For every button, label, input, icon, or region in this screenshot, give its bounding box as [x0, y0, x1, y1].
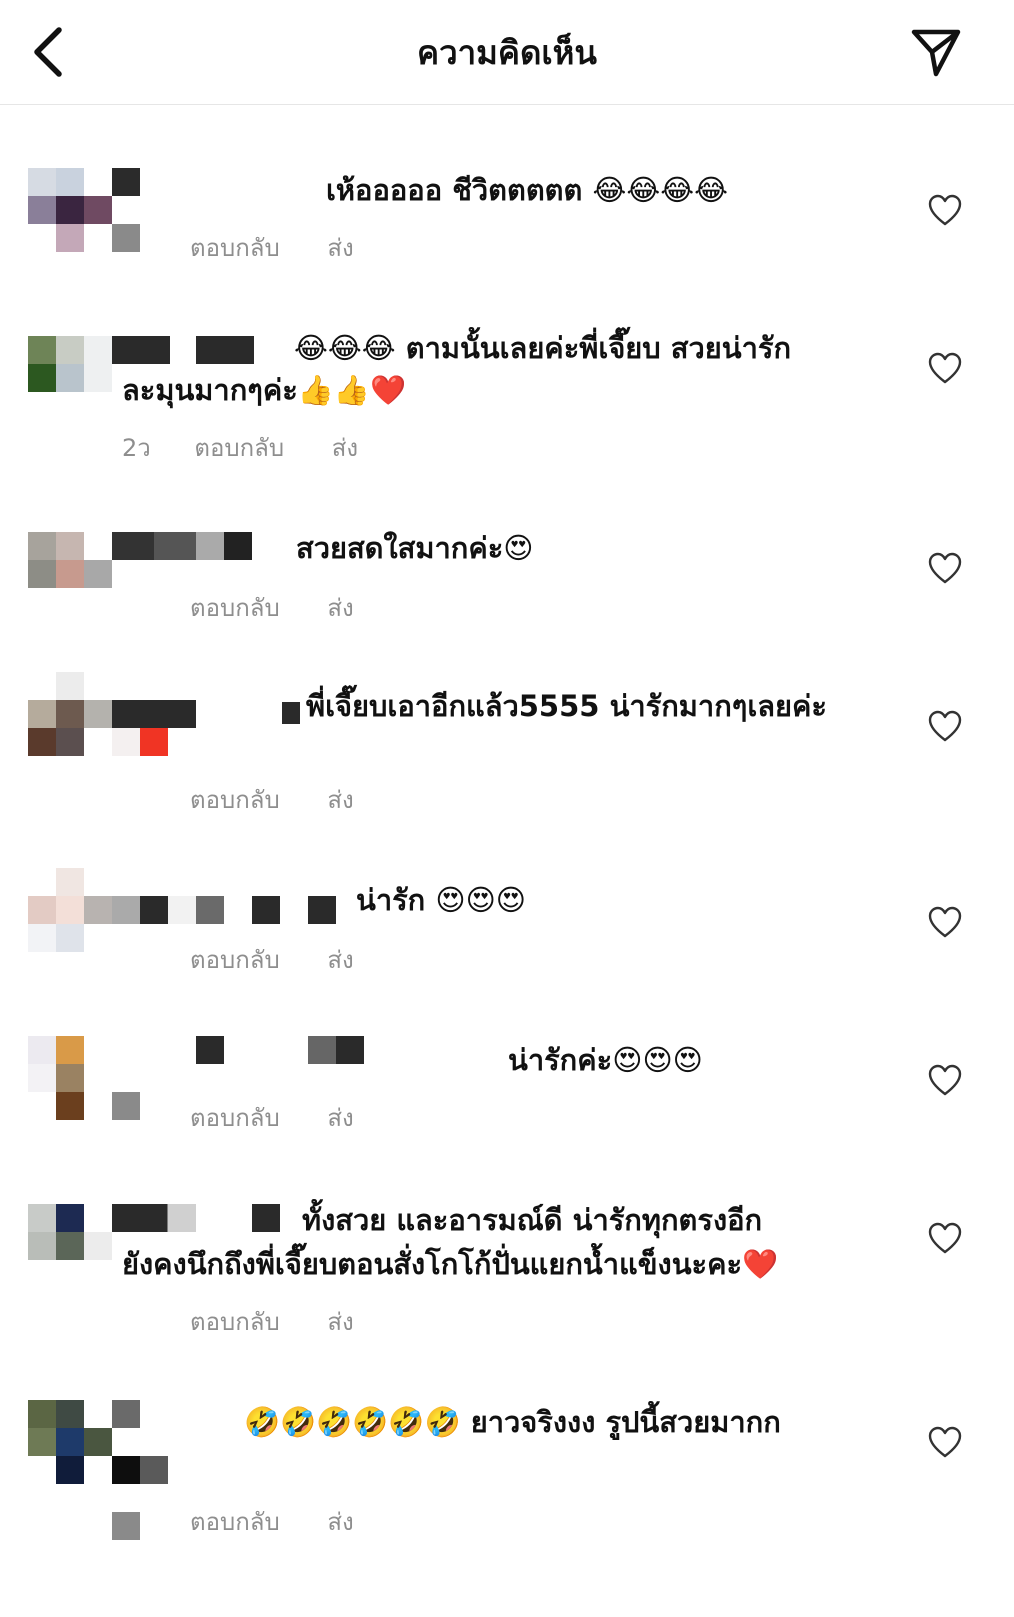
comment-meta: ตอบกลับ ส่ง: [190, 940, 354, 979]
top-bar: ความคิดเห็น: [0, 0, 1014, 105]
comment-text: น่ารัก 😍😍😍: [356, 883, 527, 917]
redacted-username: [308, 1036, 364, 1064]
redacted-username: [112, 336, 170, 364]
send-button[interactable]: [908, 24, 964, 80]
comment-text: เห้อออออ ชีวิตตตตต 😂😂😂😂: [326, 173, 728, 207]
reply-button[interactable]: ตอบกลับ: [190, 1502, 280, 1541]
heart-icon[interactable]: [928, 194, 962, 228]
redacted-username: [282, 702, 300, 724]
reply-button[interactable]: ตอบกลับ: [190, 940, 280, 979]
redacted-username: [112, 700, 196, 728]
heart-icon[interactable]: [928, 710, 962, 744]
reply-button[interactable]: ตอบกลับ: [190, 780, 280, 819]
redacted-username: [112, 896, 224, 924]
reply-button[interactable]: ตอบกลับ: [190, 228, 280, 267]
comment-time: 2ว: [122, 434, 151, 462]
reply-button[interactable]: ตอบกลับ: [190, 1302, 280, 1341]
heart-icon[interactable]: [928, 1064, 962, 1098]
comment-text: พี่เจี๊ยบเอาอีกแล้ว5555 น่ารักมากๆเลยค่ะ: [306, 689, 827, 723]
redacted-username: [112, 532, 252, 560]
send-comment-button[interactable]: ส่ง: [327, 1302, 353, 1341]
avatar[interactable]: [28, 1036, 178, 1126]
comment-text-line2: ยังคงนึกถึงพี่เจี๊ยบตอนสั่งโกโก้ปั่นแยกน…: [122, 1247, 779, 1281]
comment-meta: ตอบกลับ ส่ง: [190, 1098, 354, 1137]
comment-meta: ตอบกลับ ส่ง: [190, 228, 354, 267]
comment-text-line2: ละมุนมากๆค่ะ👍👍❤️: [122, 373, 407, 407]
reply-button[interactable]: ตอบกลับ: [190, 588, 280, 627]
redacted-username: [308, 896, 336, 924]
comment-text: ทั้งสวย และอารมณ์ดี น่ารักทุกตรงอีก: [302, 1203, 763, 1237]
comment-meta: 2ว ตอบกลับ ส่ง: [122, 428, 358, 467]
comment-text: 🤣🤣🤣🤣🤣🤣 ยาวจริงงง รูปนี้สวยมากก: [244, 1405, 781, 1439]
send-comment-button[interactable]: ส่ง: [327, 1098, 353, 1137]
send-comment-button[interactable]: ส่ง: [327, 1502, 353, 1541]
comment-meta: ตอบกลับ ส่ง: [190, 588, 354, 627]
heart-icon[interactable]: [928, 552, 962, 586]
comment-meta: ตอบกลับ ส่ง: [190, 1302, 354, 1341]
send-comment-button[interactable]: ส่ง: [327, 940, 353, 979]
avatar[interactable]: [28, 1400, 178, 1540]
redacted-username: [196, 336, 254, 364]
heart-icon[interactable]: [928, 352, 962, 386]
page-title: ความคิดเห็น: [417, 33, 597, 72]
redacted-username: [112, 1204, 196, 1232]
comment-text: สวยสดใสมากค่ะ😍: [296, 531, 534, 565]
comment-meta: ตอบกลับ ส่ง: [190, 1502, 354, 1541]
heart-icon[interactable]: [928, 906, 962, 940]
redacted-username: [196, 1036, 224, 1064]
comment-text: น่ารักค่ะ😍😍😍: [508, 1043, 703, 1077]
redacted-username: [252, 896, 280, 924]
send-comment-button[interactable]: ส่ง: [327, 588, 353, 627]
reply-button[interactable]: ตอบกลับ: [194, 428, 284, 467]
send-comment-button[interactable]: ส่ง: [327, 780, 353, 819]
comment-text: 😂😂😂 ตามนั้นเลยค่ะพี่เจี๊ยบ สวยน่ารัก: [294, 331, 792, 365]
send-comment-button[interactable]: ส่ง: [332, 428, 358, 467]
heart-icon[interactable]: [928, 1222, 962, 1256]
avatar[interactable]: [28, 168, 178, 258]
heart-icon[interactable]: [928, 1426, 962, 1460]
paper-plane-icon: [911, 29, 961, 77]
send-comment-button[interactable]: ส่ง: [327, 228, 353, 267]
comment-meta: ตอบกลับ ส่ง: [190, 780, 354, 819]
reply-button[interactable]: ตอบกลับ: [190, 1098, 280, 1137]
redacted-username: [252, 1204, 280, 1232]
